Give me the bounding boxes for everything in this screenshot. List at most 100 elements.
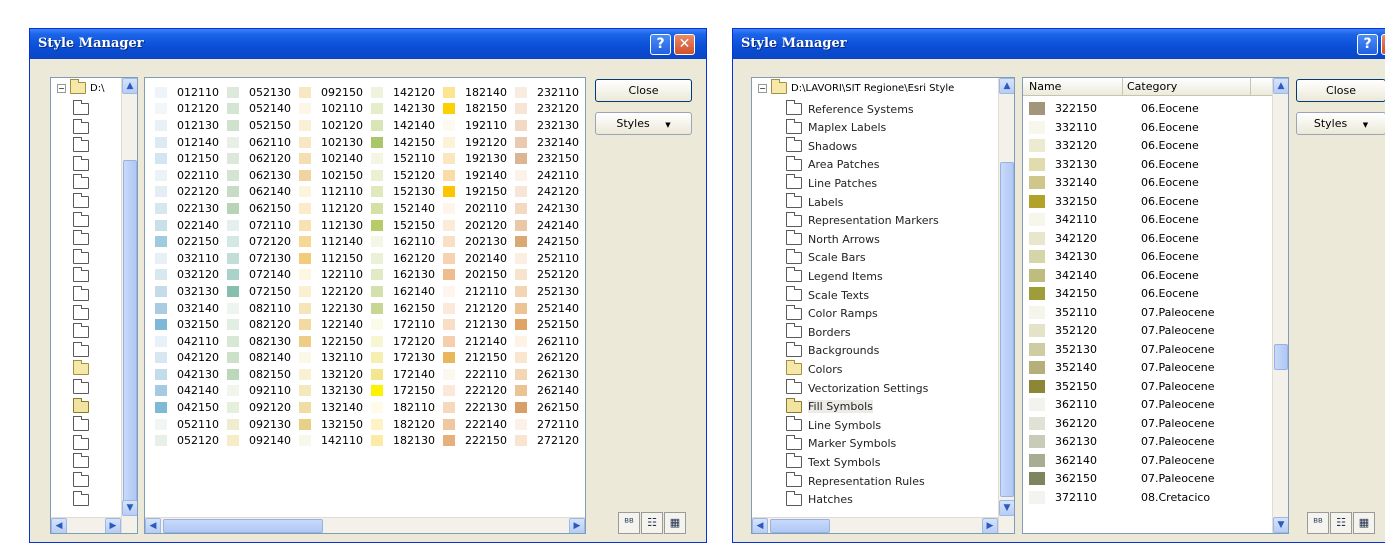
style-swatch-item[interactable]: 212140 bbox=[443, 333, 515, 350]
style-swatch-item[interactable]: 182130 bbox=[371, 432, 443, 449]
style-swatch-item[interactable]: 242130 bbox=[515, 200, 585, 217]
folder-tree-panel[interactable]: − D:\LAVORI\SIT Regione\Esri Style Refer… bbox=[751, 77, 1015, 534]
tree-folder-item[interactable] bbox=[73, 323, 89, 341]
style-swatch-item[interactable]: 092130 bbox=[227, 416, 299, 433]
list-row[interactable]: 332110 06.Eocene bbox=[1029, 118, 1199, 137]
style-swatch-item[interactable]: 042130 bbox=[155, 366, 227, 383]
style-swatch-item[interactable]: 032110 bbox=[155, 250, 227, 267]
style-swatch-item[interactable]: 092110 bbox=[227, 383, 299, 400]
scroll-right-icon[interactable]: ▶ bbox=[982, 518, 998, 533]
tree-folder-item[interactable] bbox=[73, 267, 89, 285]
tree-folder-item[interactable]: Legend Items bbox=[786, 267, 883, 285]
scroll-down-icon[interactable]: ▼ bbox=[122, 500, 137, 516]
list-row[interactable]: 332150 06.Eocene bbox=[1029, 192, 1199, 211]
style-swatch-item[interactable]: 122130 bbox=[299, 300, 371, 317]
style-swatch-item[interactable]: 162110 bbox=[371, 233, 443, 250]
scroll-thumb[interactable] bbox=[1000, 162, 1014, 497]
list-row[interactable]: 342120 06.Eocene bbox=[1029, 229, 1199, 248]
close-button[interactable]: Close bbox=[595, 79, 692, 102]
tree-horizontal-scrollbar[interactable]: ◀ ▶ bbox=[51, 517, 121, 533]
style-swatch-item[interactable]: 152140 bbox=[371, 200, 443, 217]
style-swatch-item[interactable]: 152150 bbox=[371, 217, 443, 234]
style-swatch-item[interactable]: 182120 bbox=[371, 416, 443, 433]
style-swatch-item[interactable]: 092120 bbox=[227, 399, 299, 416]
style-swatch-item[interactable]: 132140 bbox=[299, 399, 371, 416]
style-swatch-item[interactable]: 272110 bbox=[515, 416, 585, 433]
tree-folder-item[interactable] bbox=[73, 397, 89, 416]
style-swatch-item[interactable]: 262140 bbox=[515, 383, 585, 400]
style-swatch-item[interactable]: 132120 bbox=[299, 366, 371, 383]
list-row[interactable]: 332140 06.Eocene bbox=[1029, 173, 1199, 192]
style-swatch-item[interactable]: 212110 bbox=[443, 283, 515, 300]
list-row[interactable]: 362140 07.Paleocene bbox=[1029, 451, 1214, 470]
help-button[interactable]: ? bbox=[1357, 34, 1378, 55]
tree-root-row[interactable]: − D:\LAVORI\SIT Regione\Esri Style bbox=[758, 79, 954, 94]
scroll-left-icon[interactable]: ◀ bbox=[145, 518, 161, 533]
name-column-header[interactable]: Name bbox=[1023, 78, 1123, 96]
style-swatch-item[interactable]: 062150 bbox=[227, 200, 299, 217]
list-row[interactable]: 362150 07.Paleocene bbox=[1029, 469, 1214, 488]
style-swatch-item[interactable]: 222150 bbox=[443, 432, 515, 449]
style-swatch-item[interactable]: 052130 bbox=[227, 84, 299, 101]
style-swatch-item[interactable]: 082120 bbox=[227, 316, 299, 333]
collapse-icon[interactable]: − bbox=[758, 83, 767, 93]
style-swatch-item[interactable]: 122120 bbox=[299, 283, 371, 300]
small-icons-view-button[interactable]: ᴮᴮ bbox=[618, 512, 640, 534]
scroll-right-icon[interactable]: ▶ bbox=[105, 518, 121, 533]
style-swatch-item[interactable]: 072110 bbox=[227, 217, 299, 234]
tree-folder-item[interactable] bbox=[73, 118, 89, 137]
style-swatch-item[interactable]: 102150 bbox=[299, 167, 371, 184]
style-swatch-item[interactable]: 012120 bbox=[155, 101, 227, 118]
style-swatch-item[interactable]: 202150 bbox=[443, 267, 515, 284]
style-swatch-item[interactable]: 252110 bbox=[515, 250, 585, 267]
style-swatch-item[interactable]: 012140 bbox=[155, 134, 227, 151]
tree-folder-item[interactable]: Marker Symbols bbox=[786, 434, 896, 453]
style-swatch-item[interactable]: 022150 bbox=[155, 233, 227, 250]
style-swatch-item[interactable]: 072120 bbox=[227, 233, 299, 250]
style-swatch-item[interactable]: 102120 bbox=[299, 117, 371, 134]
tree-folder-item[interactable] bbox=[73, 211, 89, 230]
style-swatch-item[interactable]: 162120 bbox=[371, 250, 443, 267]
list-row[interactable]: 342150 06.Eocene bbox=[1029, 284, 1199, 303]
styles-button[interactable]: Styles ▼ bbox=[595, 112, 692, 135]
tree-folder-item[interactable] bbox=[73, 416, 89, 434]
style-swatch-item[interactable]: 062130 bbox=[227, 167, 299, 184]
style-swatch-item[interactable]: 172140 bbox=[371, 366, 443, 383]
style-swatch-item[interactable]: 102130 bbox=[299, 134, 371, 151]
style-swatch-item[interactable]: 222120 bbox=[443, 383, 515, 400]
list-row[interactable]: 352150 07.Paleocene bbox=[1029, 377, 1214, 396]
title-bar[interactable]: Style Manager ? bbox=[733, 29, 1385, 59]
tree-folder-item[interactable] bbox=[73, 379, 89, 397]
tree-folder-item[interactable]: Colors bbox=[786, 360, 842, 378]
style-swatch-item[interactable]: 132110 bbox=[299, 350, 371, 367]
style-swatch-item[interactable]: 072140 bbox=[227, 267, 299, 284]
scroll-thumb[interactable] bbox=[770, 519, 830, 533]
style-swatch-item[interactable]: 092140 bbox=[227, 432, 299, 449]
style-swatch-item[interactable]: 212150 bbox=[443, 350, 515, 367]
list-row[interactable]: 362110 07.Paleocene bbox=[1029, 395, 1214, 414]
tree-folder-item[interactable]: Line Patches bbox=[786, 174, 877, 192]
tree-folder-item[interactable]: Vectorization Settings bbox=[786, 379, 928, 397]
list-vertical-scrollbar[interactable]: ▲ ▼ bbox=[1272, 78, 1288, 533]
style-swatch-item[interactable]: 072130 bbox=[227, 250, 299, 267]
list-row[interactable]: 322150 06.Eocene bbox=[1029, 99, 1199, 118]
style-swatch-item[interactable]: 082150 bbox=[227, 366, 299, 383]
style-swatch-item[interactable]: 152120 bbox=[371, 167, 443, 184]
help-button[interactable]: ? bbox=[650, 34, 671, 55]
list-row[interactable]: 342110 06.Eocene bbox=[1029, 210, 1199, 229]
style-swatch-item[interactable]: 232150 bbox=[515, 150, 585, 167]
tree-folder-item[interactable] bbox=[73, 100, 89, 118]
tree-folder-item[interactable] bbox=[73, 304, 89, 323]
style-swatch-item[interactable]: 232110 bbox=[515, 84, 585, 101]
tree-folder-item[interactable]: Backgrounds bbox=[786, 341, 879, 360]
collapse-icon[interactable]: − bbox=[57, 83, 66, 93]
style-swatch-item[interactable]: 012150 bbox=[155, 150, 227, 167]
style-swatch-item[interactable]: 252120 bbox=[515, 267, 585, 284]
scroll-up-icon[interactable]: ▲ bbox=[122, 78, 137, 94]
style-swatch-item[interactable]: 262120 bbox=[515, 350, 585, 367]
list-row[interactable]: 332120 06.Eocene bbox=[1029, 136, 1199, 155]
style-swatch-item[interactable]: 112120 bbox=[299, 200, 371, 217]
style-swatch-item[interactable]: 092150 bbox=[299, 84, 371, 101]
style-swatch-item[interactable]: 172120 bbox=[371, 333, 443, 350]
style-swatch-item[interactable]: 132150 bbox=[299, 416, 371, 433]
